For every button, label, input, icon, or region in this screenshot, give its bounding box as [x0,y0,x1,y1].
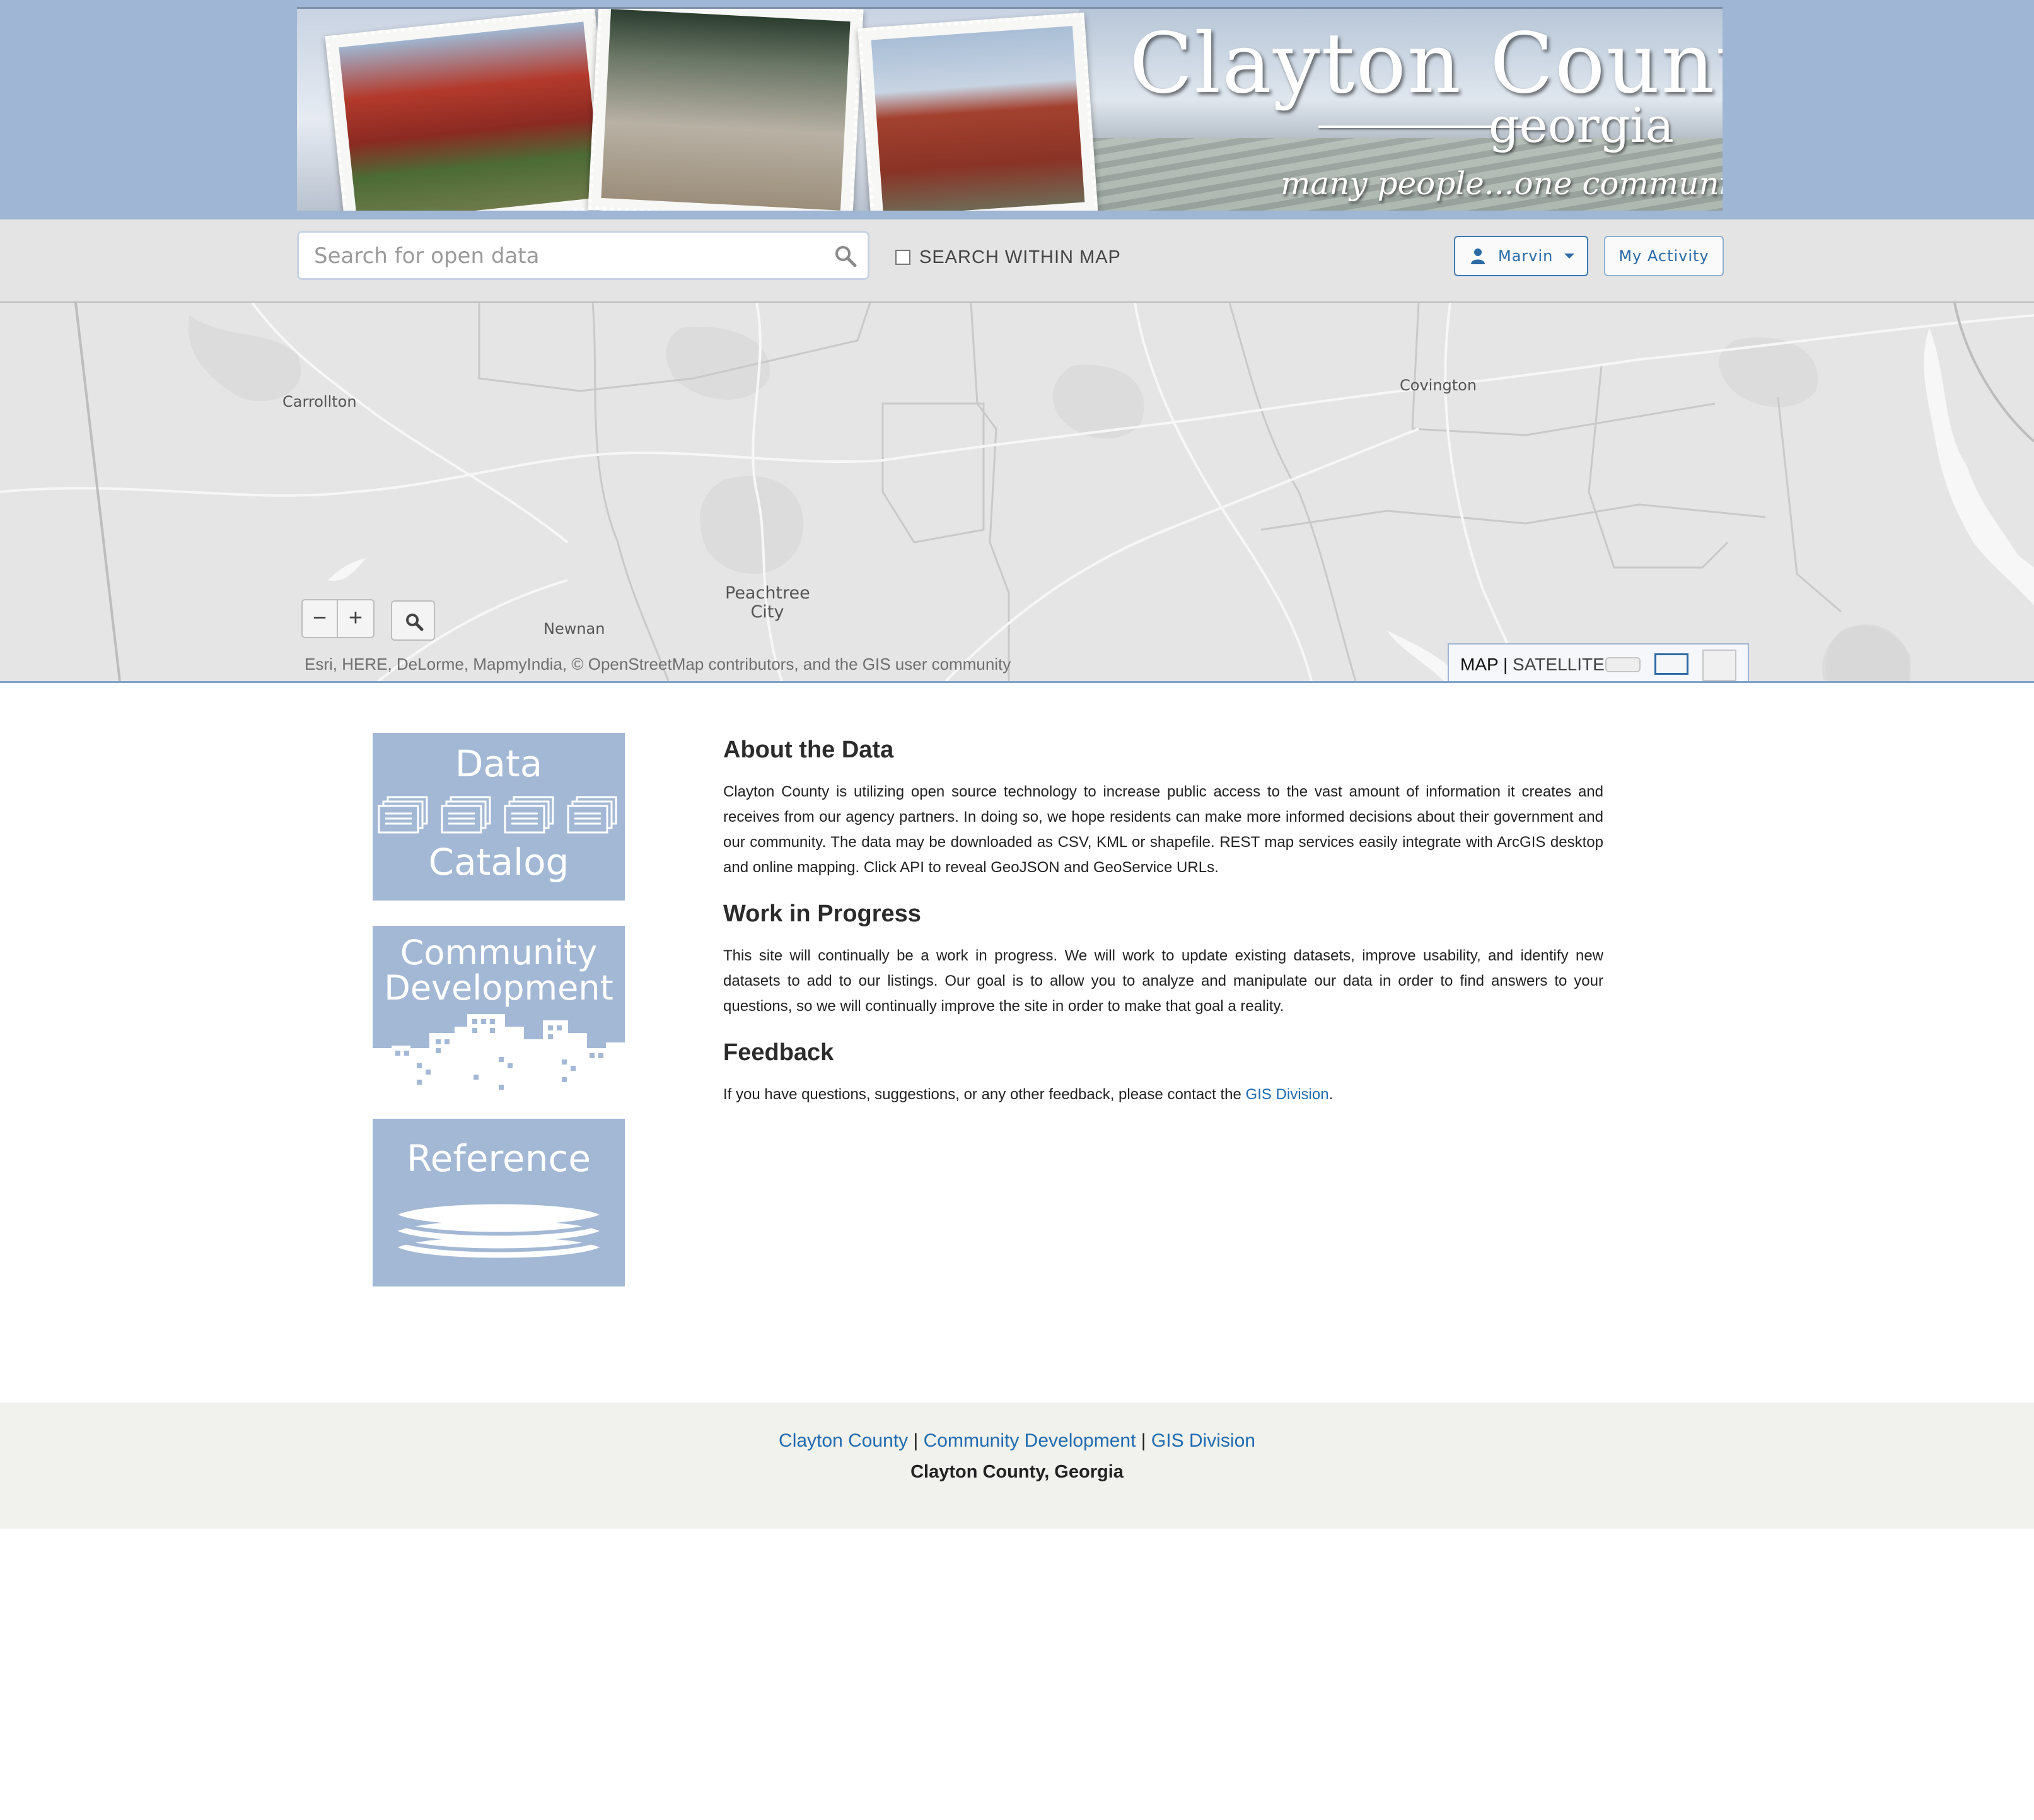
chevron-down-icon [1564,254,1575,259]
reference-title: Reference [406,1137,591,1180]
feedback-text: If you have questions, suggestions, or a… [723,1086,1246,1103]
community-development-tile[interactable]: Community Development [373,926,625,1094]
work-in-progress-heading: Work in Progress [723,901,921,927]
search-within-map-checkbox[interactable] [895,250,910,265]
data-catalog-tile[interactable]: Data Catalog [373,733,625,901]
community-development-title-line1: Community [400,933,598,972]
search-toolbar: SEARCH WITHIN MAP Marvin My Activity [0,219,2034,303]
footer-title: Clayton County, Georgia [910,1462,1124,1482]
work-in-progress-paragraph: This site will continually be a work in … [723,947,1603,1015]
about-paragraph: Clayton County is utilizing open source … [723,783,1603,876]
map-search-button[interactable] [391,600,435,641]
footer-link-clayton-county[interactable]: Clayton County [779,1430,908,1451]
courthouse-stamp-photo [857,12,1098,211]
barn-stamp-photo [325,9,616,211]
basemap-switcher: MAP | SATELLITE [1448,643,1749,681]
zoom-control: − + [301,599,377,641]
my-activity-button[interactable]: My Activity [1604,236,1724,276]
gis-division-link[interactable]: GIS Division [1246,1086,1329,1103]
header-banner-image[interactable]: Clayton County georgia many people...one… [297,7,1723,211]
search-within-map-label: SEARCH WITHIN MAP [919,247,1121,267]
search-input[interactable] [313,239,820,273]
feedback-paragraph: If you have questions, suggestions, or a… [723,1082,1603,1107]
footer-separator: | [913,1430,919,1451]
banner-tagline: many people...one community [1281,165,1723,202]
map-attribution: Esri, HERE, DeLorme, MapmyIndia, © OpenS… [305,655,1011,674]
search-box [297,231,869,280]
reference-tile[interactable]: Reference [373,1119,625,1286]
city-label-newnan: Newnan [543,620,605,638]
magnifier-icon [406,614,424,631]
search-within-map-toggle[interactable]: SEARCH WITHIN MAP [895,245,1121,270]
header-band: Clayton County georgia many people...one… [0,0,2034,219]
documents-icon [378,796,617,834]
basemap-thumbnail-medium-selected[interactable] [1654,653,1688,675]
zoom-out-button[interactable]: − [301,599,338,638]
city-label-covington: Covington [1400,376,1477,394]
basemap-thumbnail-small[interactable] [1605,657,1641,672]
footer-links: Clayton County | Community Development |… [0,1430,2034,1452]
map-view[interactable]: Carrollton Covington Peachtree City Newn… [0,303,2034,683]
basemap-thumbnail-large[interactable] [1702,650,1736,681]
basemap-satellite-option[interactable]: SATELLITE [1513,655,1605,674]
search-icon[interactable] [834,244,859,269]
basemap-labels: MAP | SATELLITE [1460,655,1605,675]
footer: Clayton County | Community Development |… [0,1403,2034,1529]
footer-link-gis-division[interactable]: GIS Division [1151,1430,1255,1451]
city-label-peachtree-city: Peachtree City [725,584,810,622]
about-heading: About the Data [723,737,894,763]
zoom-in-button[interactable]: + [338,599,375,638]
city-label-carrollton: Carrollton [282,393,357,411]
footer-separator: | [1141,1430,1146,1451]
user-icon [1471,248,1485,264]
banner-subtitle: georgia [1489,97,1674,153]
basemap-map-option[interactable]: MAP [1460,655,1498,674]
children-stamp-photo [588,9,864,211]
footer-link-community-development[interactable]: Community Development [924,1430,1136,1451]
data-catalog-title-line2: Catalog [428,841,569,884]
layers-icon [397,1204,601,1258]
city-label-peachtree-line1: Peachtree [725,583,810,603]
user-name: Marvin [1498,247,1554,265]
community-development-title-line2: Development [384,968,613,1008]
data-catalog-title-line1: Data [455,742,543,785]
feedback-heading: Feedback [723,1039,834,1066]
city-skyline-icon [373,1014,625,1090]
feedback-end: . [1328,1086,1334,1103]
city-label-peachtree-line2: City [750,602,784,622]
basemap-separator: | [1502,655,1508,674]
user-menu-button[interactable]: Marvin [1454,236,1588,276]
